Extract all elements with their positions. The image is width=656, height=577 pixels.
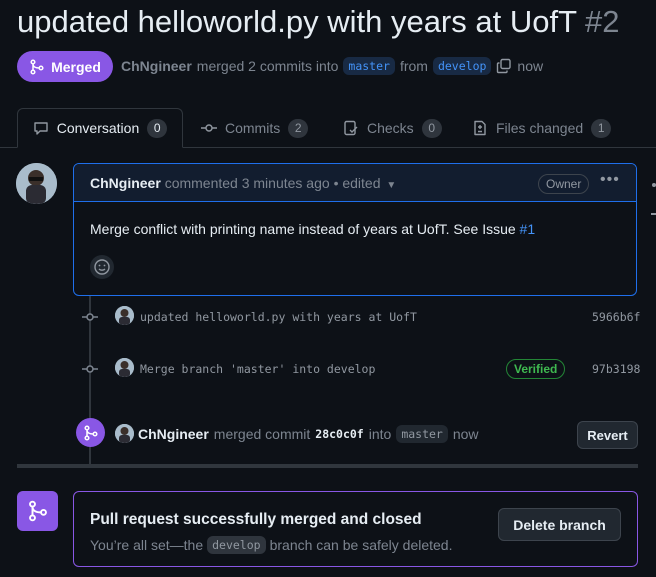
tab-conversation[interactable]: Conversation 0 xyxy=(17,108,183,148)
chevron-down-icon[interactable]: ▼ xyxy=(386,180,396,191)
merge-author-link[interactable]: ChNgineer xyxy=(138,426,209,442)
base-branch[interactable]: master xyxy=(343,57,395,75)
merged-state-label: Merged xyxy=(51,58,101,75)
tab-files-changed-count: 1 xyxy=(591,118,612,138)
comment-meta: ChNgineer commented 3 minutes ago • edit… xyxy=(90,175,396,191)
commit-sha-link[interactable]: 5966b6f xyxy=(592,310,640,324)
comment-body: Merge conflict with printing name instea… xyxy=(90,221,535,237)
copy-icon[interactable] xyxy=(496,58,512,74)
git-merge-icon xyxy=(30,58,44,75)
comment-card: ChNgineer commented 3 minutes ago • edit… xyxy=(73,163,637,296)
checklist-icon xyxy=(344,120,358,136)
pr-title-text: updated helloworld.py with years at UofT xyxy=(17,4,578,39)
commit-avatar[interactable] xyxy=(115,358,134,377)
commit-sha-link[interactable]: 97b3198 xyxy=(592,362,640,376)
add-reaction-button[interactable] xyxy=(90,255,114,279)
commit-node-icon xyxy=(82,313,98,321)
edge-marker xyxy=(651,213,656,215)
comment-action: commented 3 minutes ago xyxy=(164,175,330,191)
tab-checks-count: 0 xyxy=(421,118,442,138)
timeline-divider xyxy=(17,464,638,468)
commit-message-link[interactable]: updated helloworld.py with years at UofT xyxy=(140,310,417,324)
smiley-icon xyxy=(94,259,110,275)
comment-author-link[interactable]: ChNgineer xyxy=(90,175,161,191)
merged-status-text-before: You’re all set—the xyxy=(90,537,204,553)
git-merge-icon xyxy=(28,500,47,522)
head-branch[interactable]: develop xyxy=(432,57,492,75)
merge-event-action: merged commit xyxy=(213,426,311,442)
tab-commits-count: 2 xyxy=(288,118,309,138)
merge-event-into: into xyxy=(368,426,392,442)
commit-node-icon xyxy=(82,365,98,373)
merge-target-branch[interactable]: master xyxy=(396,425,448,443)
merge-author-avatar[interactable] xyxy=(115,424,134,443)
pr-meta: ChNgineer merged 2 commits into master f… xyxy=(121,57,543,75)
merge-commit-sha-link[interactable]: 28c0c0f xyxy=(315,427,363,441)
pr-from-text: from xyxy=(399,58,428,74)
merged-status-branch[interactable]: develop xyxy=(207,536,266,554)
merged-status-text-after: branch can be safely deleted. xyxy=(269,537,453,553)
merged-state-badge: Merged xyxy=(17,51,113,82)
git-merge-icon xyxy=(83,424,98,441)
file-diff-icon xyxy=(474,120,486,136)
comment-text: Merge conflict with printing name instea… xyxy=(90,221,516,237)
tab-conversation-label: Conversation xyxy=(56,120,140,136)
pr-time: now xyxy=(517,58,544,74)
verified-label: Verified xyxy=(514,362,558,376)
revert-button[interactable]: Revert xyxy=(577,421,638,449)
tab-files-changed-label: Files changed xyxy=(496,120,584,136)
merge-event-text: ChNgineer merged commit 28c0c0f into mas… xyxy=(138,425,479,443)
tab-conversation-count: 0 xyxy=(147,118,168,138)
commit-avatar[interactable] xyxy=(115,306,134,325)
kebab-menu-icon[interactable]: ••• xyxy=(600,171,620,189)
merge-event-time: now xyxy=(452,426,479,442)
pr-title: updated helloworld.py with years at UofT… xyxy=(17,4,620,40)
verified-badge[interactable]: Verified xyxy=(506,359,566,379)
commit-icon xyxy=(201,124,217,132)
issue-link[interactable]: #1 xyxy=(520,221,536,237)
merged-status-icon-box xyxy=(17,491,58,531)
tab-commits-label: Commits xyxy=(225,120,281,136)
merged-status-heading: Pull request successfully merged and clo… xyxy=(90,511,422,528)
author-avatar[interactable] xyxy=(16,163,57,204)
tab-commits[interactable]: Commits 2 xyxy=(201,108,309,148)
tab-checks[interactable]: Checks 0 xyxy=(343,108,442,148)
merged-status-box: Pull request successfully merged and clo… xyxy=(73,491,638,567)
comment-icon xyxy=(34,122,48,135)
owner-badge: Owner xyxy=(538,174,590,194)
pr-merged-text: merged 2 commits into xyxy=(196,58,339,74)
tab-files-changed[interactable]: Files changed 1 xyxy=(472,108,612,148)
tab-checks-label: Checks xyxy=(367,120,414,136)
edge-marker xyxy=(652,183,656,187)
comment-header: ChNgineer commented 3 minutes ago • edit… xyxy=(74,164,636,202)
owner-badge-label: Owner xyxy=(546,177,582,191)
merged-status-text: You’re all set—the develop branch can be… xyxy=(90,536,452,554)
delete-branch-button[interactable]: Delete branch xyxy=(498,508,621,541)
pr-number: #2 xyxy=(585,4,620,39)
comment-edited[interactable]: • edited xyxy=(334,175,381,191)
pr-author-link[interactable]: ChNgineer xyxy=(121,58,192,74)
commit-message-link[interactable]: Merge branch 'master' into develop xyxy=(140,362,375,376)
merge-event-badge xyxy=(76,418,105,447)
